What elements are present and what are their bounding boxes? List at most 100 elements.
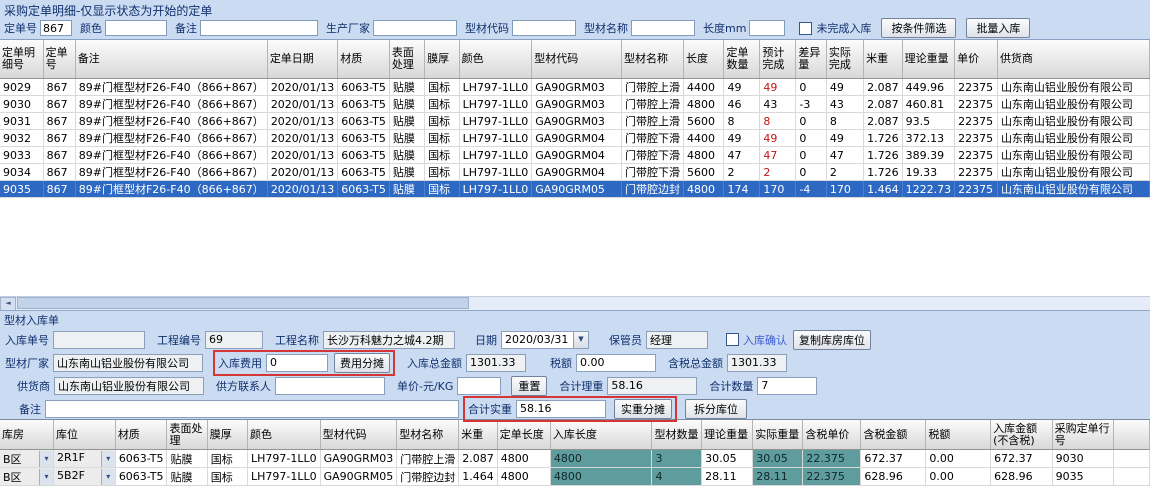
combo-cell[interactable]: ▾B区 (0, 468, 54, 486)
remark-field[interactable] (45, 400, 459, 418)
column-header[interactable]: 定单长度 (497, 420, 550, 450)
column-header[interactable]: 单价 (955, 40, 998, 79)
table-row[interactable]: ▾B区▾2R1F6063-T5贴膜国标LH797-1LL0GA90GRM03门带… (0, 450, 1150, 468)
scroll-left-arrow-icon[interactable]: ◄ (0, 297, 16, 310)
column-header[interactable]: 定单号 (43, 40, 75, 79)
checkbox-icon[interactable] (799, 22, 812, 35)
copy-warehouse-location-button[interactable]: 复制库房库位 (793, 330, 871, 350)
project-no-field[interactable] (205, 331, 263, 349)
batch-inbound-button[interactable]: 批量入库 (966, 18, 1030, 38)
combo-cell[interactable]: ▾B区 (0, 450, 54, 468)
actual-weight-allocate-button[interactable]: 实重分摊 (614, 399, 672, 419)
column-header[interactable]: 型材数量 (652, 420, 702, 450)
table-row[interactable]: 903086789#门框型材F26-F40（866+867）2020/01/13… (0, 96, 1150, 113)
column-header[interactable]: 型材名称 (622, 40, 684, 79)
table-row[interactable]: 903186789#门框型材F26-F40（866+867）2020/01/13… (0, 113, 1150, 130)
remark-filter-input[interactable] (200, 20, 318, 36)
profile-name-filter-input[interactable] (631, 20, 695, 36)
calendar-dropdown-icon[interactable]: ▼ (573, 332, 588, 348)
inbound-no-field[interactable] (53, 331, 145, 349)
table-cell: 山东南山铝业股份有限公司 (997, 130, 1149, 147)
column-header[interactable]: 型材代码 (532, 40, 622, 79)
profile-factory-field[interactable] (53, 354, 203, 372)
column-header[interactable]: 采购定单行号 (1052, 420, 1114, 450)
column-header[interactable]: 理论重量 (702, 420, 753, 450)
unfinished-inbound-checkbox[interactable]: 未完成入库 (799, 20, 871, 36)
column-header[interactable]: 表面处理 (389, 40, 424, 79)
total-theory-weight-field[interactable] (607, 377, 697, 395)
fee-allocate-button[interactable]: 费用分摊 (334, 353, 390, 373)
table-cell: 0.00 (926, 468, 991, 486)
horizontal-scrollbar[interactable]: ◄ (0, 296, 1150, 310)
column-header[interactable]: 库位 (54, 420, 116, 450)
column-header[interactable]: 膜厚 (425, 40, 459, 79)
table-cell: 4800 (497, 450, 550, 468)
column-header[interactable]: 库房 (0, 420, 54, 450)
column-header[interactable]: 含税单价 (803, 420, 861, 450)
table-row[interactable]: ▾B区▾5B2F6063-T5贴膜国标LH797-1LL0GA90GRM05门带… (0, 468, 1150, 486)
column-header[interactable]: 入库长度 (550, 420, 652, 450)
dropdown-arrow-icon[interactable]: ▾ (101, 451, 115, 467)
table-row[interactable]: 903286789#门框型材F26-F40（866+867）2020/01/13… (0, 130, 1150, 147)
column-header[interactable]: 理论重量 (902, 40, 955, 79)
project-name-field[interactable] (323, 331, 455, 349)
column-header[interactable]: 差异量 (796, 40, 827, 79)
combo-cell[interactable]: ▾5B2F (54, 468, 116, 486)
column-header[interactable]: 定单数量 (724, 40, 760, 79)
profile-code-filter-input[interactable] (512, 20, 576, 36)
column-header[interactable]: 含税金额 (861, 420, 926, 450)
keeper-field[interactable] (646, 331, 708, 349)
length-filter-input[interactable] (749, 20, 785, 36)
split-location-button[interactable]: 拆分库位 (685, 399, 747, 419)
supplier-field[interactable] (54, 377, 204, 395)
inbound-fee-field[interactable] (266, 354, 328, 372)
order-no-filter-input[interactable] (40, 20, 72, 36)
table-row[interactable]: 902986789#门框型材F26-F40（866+867）2020/01/13… (0, 79, 1150, 96)
table-row[interactable]: 903386789#门框型材F26-F40（866+867）2020/01/13… (0, 147, 1150, 164)
column-header[interactable]: 材质 (115, 420, 167, 450)
color-filter-input[interactable] (105, 20, 167, 36)
combo-cell[interactable]: ▾2R1F (54, 450, 116, 468)
dropdown-arrow-icon[interactable]: ▾ (39, 469, 53, 485)
column-header[interactable]: 实际重量 (753, 420, 803, 450)
tax-included-total-field[interactable] (727, 354, 787, 372)
column-header[interactable]: 实际完成 (826, 40, 863, 79)
column-header[interactable]: 税额 (926, 420, 991, 450)
table-row[interactable]: 903586789#门框型材F26-F40（866+867）2020/01/13… (0, 181, 1150, 198)
dropdown-arrow-icon[interactable]: ▾ (39, 451, 53, 467)
table-cell: 460.81 (902, 96, 955, 113)
total-qty-field[interactable] (757, 377, 817, 395)
inbound-total-field[interactable] (466, 354, 526, 372)
column-header[interactable]: 材质 (338, 40, 390, 79)
supplier-contact-field[interactable] (275, 377, 385, 395)
column-header[interactable]: 备注 (75, 40, 267, 79)
column-header[interactable]: 定单明细号 (0, 40, 43, 79)
scrollbar-thumb[interactable] (17, 297, 469, 309)
column-header[interactable]: 长度 (684, 40, 724, 79)
checkbox-icon[interactable] (726, 333, 739, 346)
column-header[interactable]: 型材代码 (320, 420, 397, 450)
column-header[interactable]: 米重 (864, 40, 903, 79)
date-field[interactable]: 2020/03/31 ▼ (501, 331, 589, 349)
inbound-confirm-checkbox[interactable]: 入库确认 (726, 332, 787, 348)
dropdown-arrow-icon[interactable]: ▾ (101, 469, 115, 485)
column-header[interactable]: 预计完成 (760, 40, 796, 79)
date-label: 日期 (475, 332, 497, 348)
filter-by-condition-button[interactable]: 按条件筛选 (881, 18, 956, 38)
column-header[interactable]: 表面处理 (167, 420, 207, 450)
column-header[interactable]: 米重 (459, 420, 498, 450)
reset-button[interactable]: 重置 (511, 376, 547, 396)
column-header[interactable]: 型材名称 (397, 420, 459, 450)
unit-price-field[interactable] (457, 377, 501, 395)
total-actual-weight-field[interactable] (516, 400, 606, 418)
tax-field[interactable] (576, 354, 656, 372)
column-header[interactable]: 膜厚 (207, 420, 247, 450)
table-row[interactable]: 903486789#门框型材F26-F40（866+867）2020/01/13… (0, 164, 1150, 181)
column-header[interactable]: 颜色 (247, 420, 320, 450)
manufacturer-filter-input[interactable] (373, 20, 457, 36)
table-cell: 6063-T5 (115, 468, 167, 486)
column-header[interactable]: 颜色 (459, 40, 532, 79)
column-header[interactable]: 定单日期 (267, 40, 337, 79)
column-header[interactable]: 入库金额(不含税) (991, 420, 1052, 450)
column-header[interactable]: 供货商 (997, 40, 1149, 79)
